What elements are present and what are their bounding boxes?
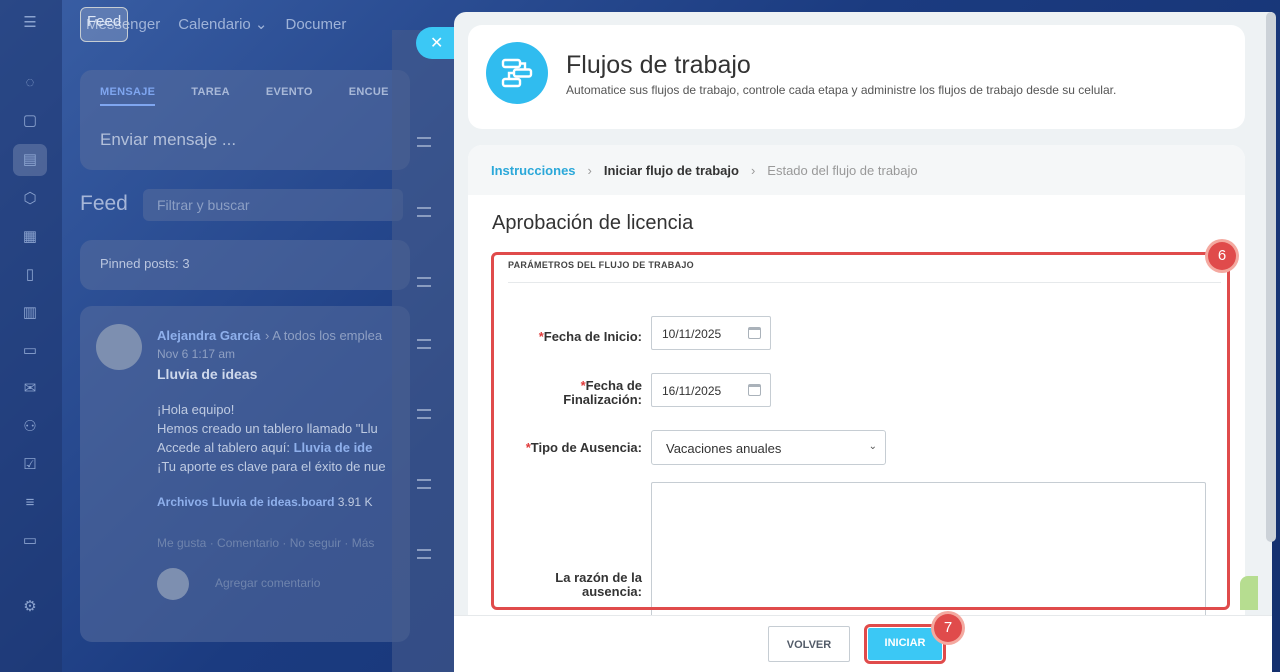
- scrollbar[interactable]: [1266, 12, 1276, 542]
- post-files: Archivos Lluvia de ideas.board 3.91 K: [157, 495, 372, 509]
- nav-calendar[interactable]: Calendario ⌄: [172, 10, 273, 38]
- nav-calendar-label: Calendario: [178, 16, 251, 33]
- board-link[interactable]: Lluvia de ide: [294, 440, 373, 455]
- step-badge: 6: [1208, 242, 1236, 270]
- group-icon[interactable]: ⚇: [20, 418, 40, 436]
- nav-documents[interactable]: Documer: [280, 11, 353, 38]
- chevron-right-icon: ›: [750, 163, 756, 178]
- post-line: ¡Hola equipo!: [157, 402, 235, 417]
- page-title: Flujos de trabajo: [566, 51, 751, 79]
- post-title: Lluvia de ideas: [157, 366, 258, 382]
- post-date: Nov 6 1:17 am: [157, 347, 236, 361]
- slider-header: Flujos de trabajo Automatice sus flujos …: [468, 25, 1245, 129]
- settings-icon[interactable]: ⚙: [20, 598, 40, 616]
- compose-box: MENSAJE TAREA EVENTO ENCUE Enviar mensaj…: [80, 70, 410, 170]
- footer-bar: VOLVER INICIAR: [454, 615, 1272, 672]
- post-line: ¡Tu aporte es clave para el éxito de nue: [157, 459, 386, 474]
- tab-message[interactable]: MENSAJE: [100, 86, 156, 106]
- chevron-right-icon: ›: [587, 163, 592, 178]
- crumb-instructions[interactable]: Instrucciones: [491, 163, 576, 178]
- drag-handle-icon: [417, 207, 431, 217]
- chat-icon[interactable]: ▢: [20, 112, 40, 130]
- post-recipients-label: A todos los emplea: [272, 328, 383, 343]
- page-subtitle: Automatice sus flujos de trabajo, contro…: [566, 83, 1117, 97]
- drag-handle-icon: [417, 137, 431, 147]
- drag-handle-icon: [417, 479, 431, 489]
- compose-input[interactable]: Enviar mensaje ...: [80, 106, 410, 174]
- background-decoration: [1240, 576, 1258, 610]
- file-link[interactable]: Lluvia de ideas.board: [212, 495, 335, 509]
- inbox-icon[interactable]: ▭: [20, 532, 40, 550]
- file-size: 3.91 K: [337, 495, 373, 509]
- form-title: Aprobación de licencia: [492, 212, 694, 234]
- nav-feed[interactable]: Feed: [80, 6, 129, 42]
- post-line-text: Accede al tablero aquí:: [157, 440, 290, 455]
- hex-icon[interactable]: ⬡: [20, 190, 40, 208]
- breadcrumb: Instrucciones › Iniciar flujo de trabajo…: [491, 163, 918, 178]
- back-button[interactable]: VOLVER: [768, 626, 850, 662]
- post-recipients: › A todos los emplea: [265, 328, 383, 343]
- left-rail: ☰ ◌ ▢ ▤ ⬡ ▦ ▯ ▥ ▭ ✉ ⚇ ☑ ≡ ▭ ⚙: [0, 0, 62, 672]
- drag-handle-icon: [417, 549, 431, 559]
- step-badge: 7: [934, 614, 962, 642]
- pinned-posts[interactable]: Pinned posts: 3: [80, 240, 410, 290]
- drag-handle-icon: [417, 339, 431, 349]
- drive-icon[interactable]: ▭: [20, 342, 40, 360]
- news-icon[interactable]: ▤: [13, 144, 47, 176]
- close-icon: ✕: [430, 35, 444, 52]
- post-author[interactable]: Alejandra García: [157, 328, 260, 343]
- post-actions[interactable]: Me gusta · Comentario · No seguir · Más: [157, 536, 374, 550]
- post-line: Accede al tablero aquí: Lluvia de ide: [157, 440, 372, 455]
- avatar[interactable]: [96, 324, 142, 370]
- files-label: Archivos: [157, 495, 209, 509]
- tab-event[interactable]: EVENTO: [266, 86, 313, 106]
- avatar: [157, 568, 189, 600]
- comment-input[interactable]: Agregar comentario: [215, 576, 320, 590]
- compose-tabs: MENSAJE TAREA EVENTO ENCUE: [80, 70, 410, 106]
- feed-search-input[interactable]: Filtrar y buscar: [143, 189, 403, 221]
- tab-survey[interactable]: ENCUE: [349, 86, 389, 106]
- board-icon[interactable]: ▥: [20, 304, 40, 322]
- feed-post: Alejandra García › A todos los emplea No…: [80, 306, 410, 642]
- task-icon[interactable]: ☑: [20, 456, 40, 474]
- filter-icon[interactable]: ≡: [20, 494, 40, 512]
- workflow-logo-icon: [486, 42, 548, 104]
- document-icon[interactable]: ▯: [20, 266, 40, 284]
- mail-icon[interactable]: ✉: [20, 380, 40, 398]
- underlying-slider: [392, 30, 462, 672]
- top-nav: Feed Messenger Calendario ⌄ Documer: [80, 6, 353, 42]
- calendar-icon[interactable]: ▦: [20, 228, 40, 246]
- drag-handle-icon: [417, 277, 431, 287]
- form-highlight: [491, 252, 1230, 610]
- menu-icon[interactable]: ☰: [20, 14, 40, 32]
- crumb-start-workflow[interactable]: Iniciar flujo de trabajo: [604, 163, 739, 178]
- tab-task[interactable]: TAREA: [191, 86, 230, 106]
- feed-icon[interactable]: ◌: [20, 74, 40, 92]
- feed-title: Feed: [80, 192, 128, 215]
- crumb-workflow-status[interactable]: Estado del flujo de trabajo: [767, 163, 917, 178]
- drag-handle-icon: [417, 409, 431, 419]
- post-line: Hemos creado un tablero llamado "Llu: [157, 421, 378, 436]
